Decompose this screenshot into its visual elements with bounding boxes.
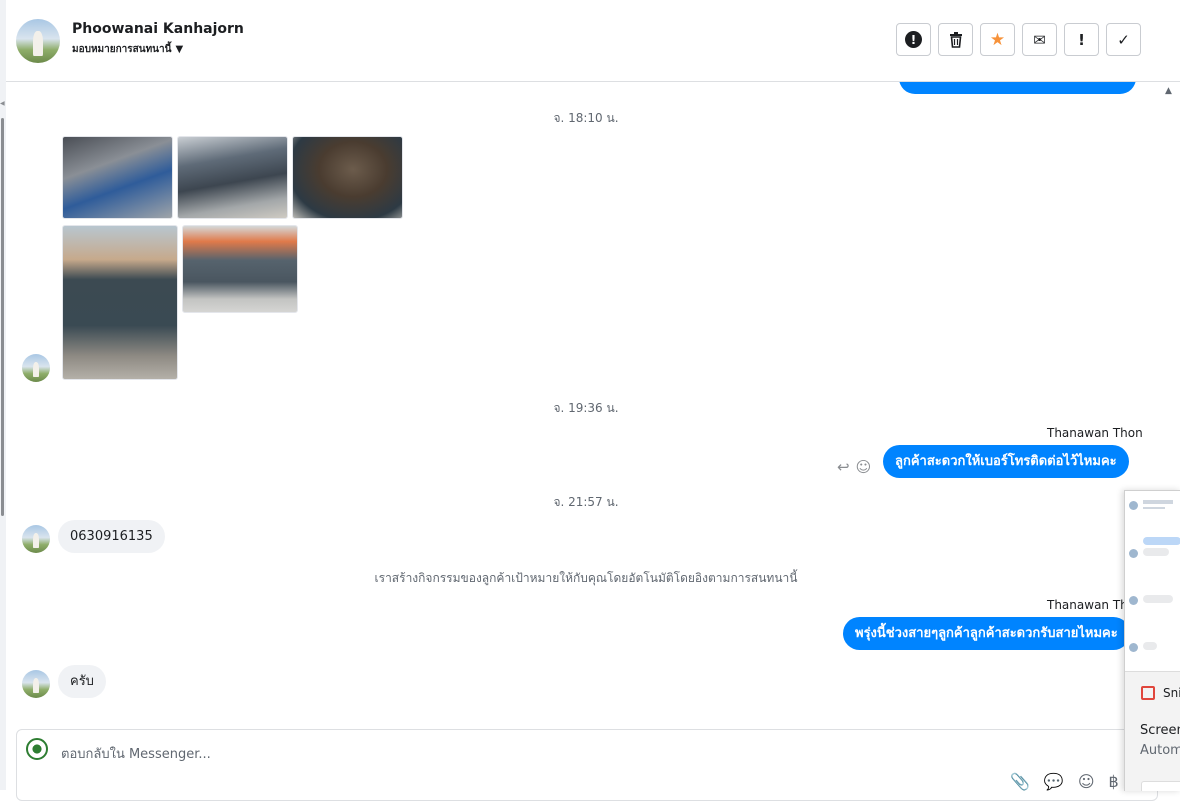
snip-title: Screen [1140,723,1180,738]
message-thread[interactable]: จ. 18:10 น. จ. 19:36 น. Thanawan Thon ↩ … [6,82,1166,728]
star-icon: ★ [989,29,1006,50]
star-button[interactable]: ★ [980,23,1015,56]
composer-tools: 📎 💬 ☺ ฿ [1010,772,1119,791]
baht-icon[interactable]: ฿ [1109,772,1119,791]
contact-avatar[interactable] [22,670,50,698]
car-photo-interior[interactable] [62,136,173,219]
timestamp: จ. 21:57 น. [553,495,619,509]
check-icon: ✓ [1117,30,1130,49]
reply-composer[interactable]: ตอบกลับใน Messenger... 📎 💬 ☺ ฿ [16,729,1158,801]
sender-name: Thanawan Thon [1047,426,1143,440]
trash-icon [949,31,962,48]
snipping-tool-popup[interactable]: Snip Screen Autom [1124,490,1180,791]
spam-button[interactable]: ! [896,23,931,56]
conversation-header: Phoowanai Kanhajorn มอบหมายการสนทนานี้ ▼… [6,0,1180,82]
assign-conversation-dropdown[interactable]: มอบหมายการสนทนานี้ ▼ [72,42,183,57]
assign-label: มอบหมายการสนทนานี้ [72,44,172,55]
important-button[interactable]: ! [1064,23,1099,56]
scroll-up-arrow-icon[interactable]: ▲ [1165,86,1172,96]
contact-avatar[interactable] [16,19,60,63]
outgoing-message-bubble[interactable]: ลูกค้าสะดวกให้เบอร์โทรติดต่อไว้ไหมคะ [883,445,1129,478]
scroll-arrow-icon[interactable]: ◀ [0,100,5,107]
contact-avatar[interactable] [22,354,50,382]
car-photo-side[interactable] [182,225,298,313]
caret-down-icon: ▼ [175,44,184,55]
snip-subtitle: Autom [1140,743,1180,758]
outgoing-message-bubble[interactable]: พรุ่งนี้ช่วงสายๆลูกค้าลูกค้าสะดวกรับสายไ… [843,617,1130,650]
emoji-icon[interactable]: ☺ [1078,772,1095,791]
scrollbar-thumb[interactable] [1,118,4,516]
timestamp: จ. 19:36 น. [553,401,619,415]
contact-name[interactable]: Phoowanai Kanhajorn [72,21,244,37]
car-photo-rear[interactable] [62,225,178,380]
incoming-message-bubble[interactable]: 0630916135 [58,520,165,553]
mark-unread-button[interactable]: ✉ [1022,23,1057,56]
exclamation-icon: ! [1078,30,1085,49]
chat-bubble-icon[interactable]: 💬 [1044,772,1064,791]
snip-app-label: Snip [1141,686,1180,700]
alert-circle-icon: ! [905,31,922,48]
reply-input[interactable]: ตอบกลับใน Messenger... [61,743,211,764]
screenshot-thumbnail[interactable] [1125,491,1180,672]
action-toolbar: ! ★ ✉ ! ✓ [896,23,1141,56]
snipping-tool-icon [1141,686,1155,700]
timestamp: จ. 18:10 น. [553,111,619,125]
delete-button[interactable] [938,23,973,56]
done-button[interactable]: ✓ [1106,23,1141,56]
car-photo-engine[interactable] [292,136,403,219]
car-photo-open-door[interactable] [177,136,288,219]
paperclip-icon[interactable]: 📎 [1010,772,1030,791]
contact-avatar[interactable] [22,525,50,553]
page-logo [26,738,48,760]
system-note: เราสร้างกิจกรรมของลูกค้าเป้าหมายให้กับคุ… [374,571,798,585]
outgoing-message-bubble[interactable] [899,82,1136,94]
message-actions: ↩ ☺ [837,458,871,476]
reply-icon[interactable]: ↩ [837,458,850,476]
incoming-message-bubble[interactable]: ครับ [58,665,106,698]
envelope-icon: ✉ [1033,30,1046,49]
emoji-react-icon[interactable]: ☺ [856,458,872,476]
